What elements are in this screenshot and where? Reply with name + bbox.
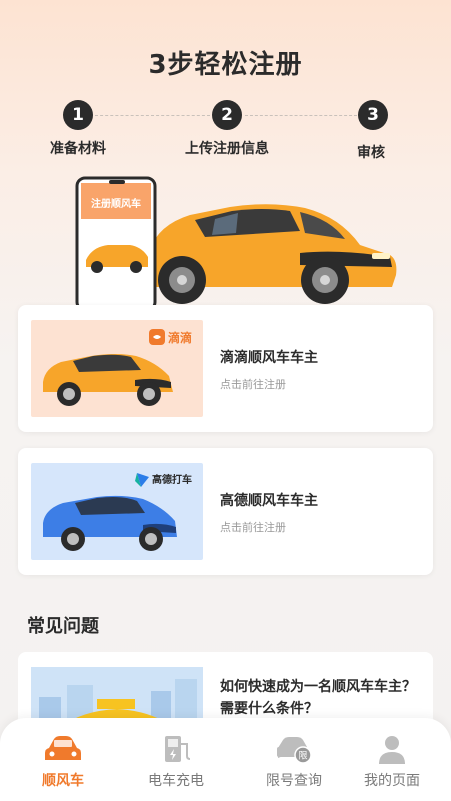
step-label-1: 准备材料 bbox=[50, 141, 106, 157]
phone-screen-label: 注册顺风车 bbox=[91, 197, 141, 210]
blue-car-illustration bbox=[43, 495, 177, 551]
faq-question: 如何快速成为一名顺风车车主？需要什么条件？ bbox=[220, 679, 416, 717]
gaode-card-image: 高德打车 bbox=[31, 463, 203, 560]
faq-section-title: 常见问题 bbox=[27, 616, 99, 637]
didi-register-card[interactable]: 滴滴 滴滴顺风车车主 点击前往注册 bbox=[18, 305, 433, 432]
phone-illustration: 注册顺风车 bbox=[75, 176, 157, 312]
orange-car-illustration bbox=[43, 354, 173, 406]
user-icon bbox=[379, 736, 405, 764]
didi-brand-text: 滴滴 bbox=[168, 330, 192, 345]
tab-label: 顺风车 bbox=[42, 773, 84, 789]
tab-label: 限号查询 bbox=[266, 773, 322, 789]
step-number-3: 3 bbox=[358, 100, 388, 130]
gaode-register-card[interactable]: 高德打车 高德顺风车车主 点击前往注册 bbox=[18, 448, 433, 575]
step-number-1: 1 bbox=[63, 100, 93, 130]
gaode-brand-text: 高德打车 bbox=[152, 473, 192, 486]
car-icon bbox=[45, 736, 81, 760]
gaode-logo-icon: 高德打车 bbox=[135, 473, 192, 487]
tab-shunfengche[interactable]: 顺风车 bbox=[23, 734, 103, 794]
page-title: 3步轻松注册 bbox=[148, 50, 303, 80]
bottom-tab-bar: 顺风车 电车充电 限 限号查询 我的页面 bbox=[0, 718, 451, 801]
didi-card-subtitle: 点击前往注册 bbox=[220, 378, 286, 391]
tab-label: 电车充电 bbox=[148, 773, 204, 789]
registration-steps: 1 2 3 准备材料 上传注册信息 审核 bbox=[0, 100, 451, 170]
step-label-2: 上传注册信息 bbox=[185, 141, 269, 157]
gaode-card-subtitle: 点击前往注册 bbox=[220, 521, 286, 534]
hero-car-illustration bbox=[148, 204, 397, 304]
restricted-car-icon: 限 bbox=[277, 737, 312, 764]
step-number-2: 2 bbox=[212, 100, 242, 130]
tab-label: 我的页面 bbox=[364, 773, 420, 789]
didi-logo-icon: 滴滴 bbox=[149, 329, 192, 345]
didi-card-image: 滴滴 bbox=[31, 320, 203, 417]
gaode-card-title: 高德顺风车车主 bbox=[220, 493, 318, 509]
svg-text:限: 限 bbox=[298, 751, 307, 762]
tab-ev-charging[interactable]: 电车充电 bbox=[136, 734, 216, 794]
step-divider bbox=[245, 115, 357, 116]
step-divider bbox=[95, 115, 210, 116]
charger-icon bbox=[165, 736, 191, 762]
tab-my-page[interactable]: 我的页面 bbox=[352, 734, 432, 794]
tab-plate-restriction[interactable]: 限 限号查询 bbox=[254, 734, 334, 794]
didi-card-title: 滴滴顺风车车主 bbox=[220, 350, 318, 366]
step-label-3: 审核 bbox=[357, 145, 385, 161]
hero-illustration: 注册顺风车 bbox=[0, 175, 451, 312]
